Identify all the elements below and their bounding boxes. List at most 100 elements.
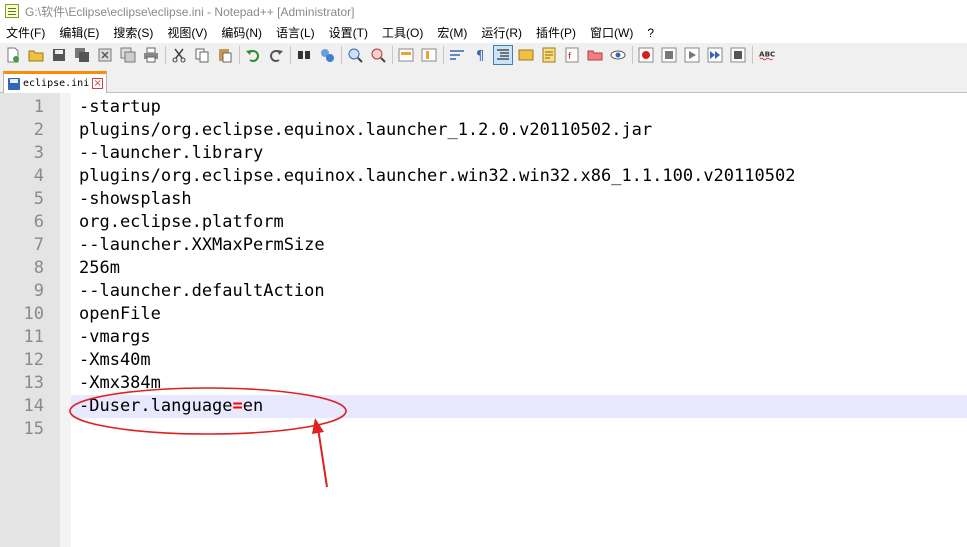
- line-text: --launcher.defaultAction: [79, 281, 325, 301]
- toolbar-separator: [443, 46, 444, 64]
- line-text: -Xmx384m: [79, 373, 161, 393]
- line-number: 2: [33, 120, 44, 140]
- saved-file-icon: [8, 77, 20, 90]
- save-all-icon[interactable]: [73, 46, 91, 64]
- tab-label: eclipse.ini: [23, 78, 90, 89]
- toolbar: ¶ f ABC: [0, 43, 967, 67]
- line-text: plugins/org.eclipse.equinox.launcher_1.2…: [79, 120, 653, 140]
- line-number: 15: [23, 419, 44, 439]
- menu-run[interactable]: 运行(R): [474, 24, 529, 41]
- code-line[interactable]: 8 256m: [34, 257, 967, 280]
- copy-icon[interactable]: [193, 46, 211, 64]
- tab-close-icon[interactable]: ×: [92, 78, 104, 89]
- code-line[interactable]: 13 -Xmx384m: [24, 372, 967, 395]
- paste-icon[interactable]: [216, 46, 234, 64]
- line-text: --launcher.library: [79, 143, 264, 163]
- indent-guide-icon[interactable]: [493, 45, 513, 65]
- toolbar-separator: [290, 46, 291, 64]
- menu-window[interactable]: 窗口(W): [583, 24, 640, 41]
- line-number: 5: [33, 189, 44, 209]
- function-list-icon[interactable]: f: [563, 46, 581, 64]
- toolbar-separator: [392, 46, 393, 64]
- close-icon[interactable]: [96, 46, 114, 64]
- new-file-icon[interactable]: [4, 46, 22, 64]
- line-text: -Duser.language=en: [79, 395, 263, 418]
- line-text: openFile: [79, 304, 161, 324]
- line-text: -startup: [79, 97, 161, 117]
- monitor-icon[interactable]: [609, 46, 627, 64]
- line-text-value: en: [242, 396, 264, 416]
- toolbar-separator: [632, 46, 633, 64]
- redo-icon[interactable]: [267, 46, 285, 64]
- code-line[interactable]: 9 --launcher.defaultAction: [34, 280, 967, 303]
- menu-macro[interactable]: 宏(M): [430, 24, 474, 41]
- line-text: org.eclipse.platform: [79, 212, 284, 232]
- tab-eclipse-ini[interactable]: eclipse.ini ×: [3, 71, 107, 93]
- zoom-in-icon[interactable]: [346, 46, 364, 64]
- open-file-icon[interactable]: [27, 46, 45, 64]
- folder-workspace-icon[interactable]: [586, 46, 604, 64]
- sync-vertical-icon[interactable]: [397, 46, 415, 64]
- find-icon[interactable]: [295, 46, 313, 64]
- code-line[interactable]: 10 openFile: [24, 303, 967, 326]
- sync-horizontal-icon[interactable]: [420, 46, 438, 64]
- word-wrap-icon[interactable]: [448, 46, 466, 64]
- line-number: 8: [33, 258, 44, 278]
- code-line[interactable]: 1 -startup: [34, 96, 967, 119]
- record-macro-icon[interactable]: [637, 46, 655, 64]
- title-bar: G:\软件\Eclipse\eclipse\eclipse.ini - Note…: [0, 0, 967, 22]
- show-all-chars-icon[interactable]: ¶: [471, 46, 489, 64]
- menu-bar: 文件(F) 编辑(E) 搜索(S) 视图(V) 编码(N) 语言(L) 设置(T…: [0, 22, 967, 43]
- code-line[interactable]: 12 -Xms40m: [24, 349, 967, 372]
- code-line[interactable]: 15: [24, 418, 967, 441]
- line-number: 12: [23, 350, 44, 370]
- code-line[interactable]: 7 --launcher.XXMaxPermSize: [34, 234, 967, 257]
- play-macro-multiple-icon[interactable]: [706, 46, 724, 64]
- menu-language[interactable]: 语言(L): [269, 24, 322, 41]
- line-text-key: -Duser.language: [79, 396, 233, 416]
- user-lang-icon[interactable]: [517, 46, 535, 64]
- line-number: 7: [33, 235, 44, 255]
- code-lines[interactable]: 1 -startup 2 plugins/org.eclipse.equinox.l…: [24, 96, 967, 441]
- spell-check-icon[interactable]: ABC: [757, 46, 777, 64]
- line-text: 256m: [79, 258, 120, 278]
- menu-tools[interactable]: 工具(O): [375, 24, 430, 41]
- menu-view[interactable]: 视图(V): [160, 24, 214, 41]
- code-line[interactable]: 5 -showsplash: [34, 188, 967, 211]
- menu-file[interactable]: 文件(F): [0, 24, 52, 41]
- cut-icon[interactable]: [170, 46, 188, 64]
- line-text: --launcher.XXMaxPermSize: [79, 235, 325, 255]
- line-text: -vmargs: [79, 327, 151, 347]
- editor-area[interactable]: 1 -startup 2 plugins/org.eclipse.equinox.l…: [0, 93, 967, 547]
- current-code-line[interactable]: 14 -Duser.language=en: [24, 395, 967, 418]
- code-line[interactable]: 2 plugins/org.eclipse.equinox.launcher_1.…: [34, 119, 967, 142]
- menu-help[interactable]: ?: [640, 26, 661, 40]
- replace-icon[interactable]: [318, 46, 336, 64]
- code-line[interactable]: 6 org.eclipse.platform: [34, 211, 967, 234]
- code-line[interactable]: 4 plugins/org.eclipse.equinox.launcher.wi…: [34, 165, 967, 188]
- stop-macro-icon[interactable]: [660, 46, 678, 64]
- zoom-out-icon[interactable]: [369, 46, 387, 64]
- window-title: G:\软件\Eclipse\eclipse\eclipse.ini - Note…: [25, 4, 355, 19]
- line-number: 14: [23, 396, 44, 416]
- menu-plugins[interactable]: 插件(P): [529, 24, 583, 41]
- line-number: 4: [33, 166, 44, 186]
- line-number: 9: [33, 281, 44, 301]
- code-line[interactable]: 3 --launcher.library: [34, 142, 967, 165]
- close-all-icon[interactable]: [119, 46, 137, 64]
- save-icon[interactable]: [50, 46, 68, 64]
- toolbar-separator: [239, 46, 240, 64]
- menu-encoding[interactable]: 编码(N): [214, 24, 269, 41]
- menu-settings[interactable]: 设置(T): [322, 24, 375, 41]
- doc-map-icon[interactable]: [540, 46, 558, 64]
- play-macro-icon[interactable]: [683, 46, 701, 64]
- line-number: 1: [33, 97, 44, 117]
- menu-edit[interactable]: 编辑(E): [52, 24, 106, 41]
- menu-search[interactable]: 搜索(S): [106, 24, 160, 41]
- toolbar-separator: [341, 46, 342, 64]
- save-macro-icon[interactable]: [729, 46, 747, 64]
- line-number: 10: [23, 304, 44, 324]
- code-line[interactable]: 11 -vmargs: [24, 326, 967, 349]
- undo-icon[interactable]: [244, 46, 262, 64]
- print-icon[interactable]: [142, 46, 160, 64]
